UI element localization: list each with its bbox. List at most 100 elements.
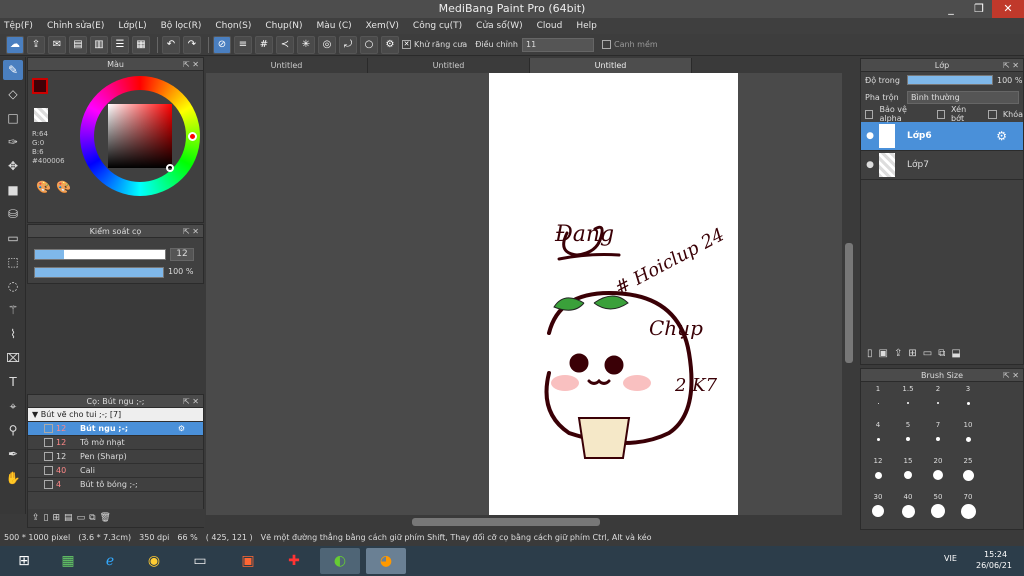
panel-close-icon[interactable]: ⇱ ✕ <box>183 395 199 408</box>
medibang-icon[interactable]: ◕ <box>366 548 406 574</box>
menu-snap[interactable]: Chụp(N) <box>265 21 302 31</box>
delete-icon[interactable]: 🗑 <box>100 513 111 523</box>
palette-icon[interactable]: 🎨 <box>36 180 51 194</box>
page-icon[interactable]: ▥ <box>90 35 108 54</box>
brush-size-cell[interactable]: 1 <box>863 385 893 415</box>
eyedropper-tool-icon[interactable]: ⚲ <box>3 420 23 440</box>
layer-opacity-slider[interactable] <box>907 75 993 85</box>
new-layer-icon[interactable]: ▯ <box>867 348 873 359</box>
share-icon[interactable]: ⇪ <box>27 35 45 54</box>
menu-edit[interactable]: Chỉnh sửa(E) <box>47 21 104 31</box>
grid-icon[interactable]: ▦ <box>132 35 150 54</box>
antialias-checkbox[interactable]: ✕ <box>402 40 411 49</box>
dot-brush-tool-icon[interactable]: ✑ <box>3 132 23 152</box>
doc-tab-active[interactable]: Untitled <box>530 58 692 73</box>
snap-crosshatch-icon[interactable]: # <box>255 35 273 54</box>
panel-close-icon[interactable]: ⇱ ✕ <box>1003 59 1019 72</box>
select-pen-tool-icon[interactable]: ⌇ <box>3 324 23 344</box>
new-brush-icon[interactable]: ▯ <box>44 513 49 523</box>
brush-size-cell[interactable]: 10 <box>953 421 983 451</box>
brush-size-cell[interactable]: 30 <box>863 493 893 523</box>
brush-item[interactable]: 4 Bút tô bóng ;-; <box>28 478 203 492</box>
maximize-button[interactable]: ❐ <box>966 0 992 18</box>
minimize-button[interactable]: _ <box>938 0 964 18</box>
brush-size-cell[interactable]: 7 <box>923 421 953 451</box>
brush-item[interactable]: 12 Bút ngu ;-; ⚙ <box>28 422 203 436</box>
menu-color[interactable]: Màu (C) <box>317 21 352 31</box>
eraser-tool-icon[interactable]: ◇ <box>3 84 23 104</box>
brush-item[interactable]: 12 Tô mờ nhạt <box>28 436 203 450</box>
size-slider[interactable] <box>34 249 166 260</box>
copy-icon[interactable]: ⧉ <box>89 513 95 523</box>
duplicate-icon[interactable]: ⧉ <box>938 348 945 359</box>
brush-size-cell[interactable]: 25 <box>953 457 983 487</box>
snap-off-icon[interactable]: ⊘ <box>213 35 231 54</box>
rect-tool-icon[interactable]: □ <box>3 108 23 128</box>
size-value[interactable]: 12 <box>170 248 194 261</box>
brush-tool-icon[interactable]: ✎ <box>3 60 23 80</box>
snap-settings-icon[interactable]: ⚙ <box>381 35 399 54</box>
horizontal-scrollbar[interactable] <box>206 515 856 529</box>
store-icon[interactable]: ▦ <box>48 548 88 574</box>
palette-edit-icon[interactable]: 🎨 <box>56 180 71 194</box>
blend-select[interactable]: Bình thường <box>907 90 1019 104</box>
lasso-tool-icon[interactable]: ◌ <box>3 276 23 296</box>
brush-size-cell[interactable]: 40 <box>893 493 923 523</box>
menu-tools[interactable]: Công cụ(T) <box>413 21 462 31</box>
canvas-paper[interactable]: Đang # Hoiclup 24 Chụp 2 K7 <box>489 73 738 515</box>
brush-group-row[interactable]: ▼ Bút vẽ cho tui ;-; [7] <box>28 408 203 422</box>
folder-icon[interactable]: ▭ <box>77 513 86 523</box>
clipping-checkbox[interactable] <box>936 109 946 119</box>
snap-curve-icon[interactable]: ⤾ <box>339 35 357 54</box>
snap-parallel-icon[interactable]: ≡ <box>234 35 252 54</box>
new-halftone-icon[interactable]: ▣ <box>879 348 888 359</box>
comment-icon[interactable]: ✉ <box>48 35 66 54</box>
vertical-scrollbar[interactable] <box>842 73 856 515</box>
brush-item[interactable]: 12 Pen (Sharp) <box>28 450 203 464</box>
brush-settings-icon[interactable]: ▤ <box>64 513 73 523</box>
panel-close-icon[interactable]: ⇱ ✕ <box>183 225 199 238</box>
redo-icon[interactable]: ↷ <box>183 35 201 54</box>
brush-size-cell[interactable]: 70 <box>953 493 983 523</box>
primary-color-swatch[interactable] <box>32 78 48 94</box>
brush-size-cell[interactable]: 4 <box>863 421 893 451</box>
bucket-tool-icon[interactable]: ⛁ <box>3 204 23 224</box>
scroll-thumb[interactable] <box>845 243 853 363</box>
transparent-swatch[interactable] <box>34 108 48 122</box>
menu-window[interactable]: Cửa sổ(W) <box>476 21 522 31</box>
clock-date[interactable]: 26/06/21 <box>976 561 1012 570</box>
upload-layer-icon[interactable]: ⇪ <box>894 348 902 359</box>
menu-file[interactable]: Tệp(F) <box>4 21 33 31</box>
divide-tool-icon[interactable]: ⌖ <box>3 396 23 416</box>
folder-icon[interactable]: ▭ <box>923 348 932 359</box>
menu-cloud[interactable]: Cloud <box>537 21 563 31</box>
brush-size-cell[interactable]: 1.5 <box>893 385 923 415</box>
brush-size-cell[interactable]: 12 <box>863 457 893 487</box>
lock-checkbox[interactable] <box>988 109 997 119</box>
menu-layer[interactable]: Lớp(L) <box>118 21 146 31</box>
snap-circle-icon[interactable]: ◎ <box>318 35 336 54</box>
brush-size-cell[interactable]: 2 <box>923 385 953 415</box>
correction-select[interactable]: 11 <box>521 37 594 52</box>
scroll-thumb[interactable] <box>412 518 600 526</box>
app-icon[interactable]: ◐ <box>320 548 360 574</box>
opacity-slider[interactable] <box>34 267 164 278</box>
clock-time[interactable]: 15:24 <box>984 550 1007 559</box>
chrome-icon[interactable]: ◉ <box>134 548 174 574</box>
close-button[interactable]: ✕ <box>992 0 1024 18</box>
collapse-arrow-icon[interactable]: ▼ <box>32 408 41 422</box>
color-handle[interactable] <box>166 164 174 172</box>
select-rect-tool-icon[interactable]: ⬚ <box>3 252 23 272</box>
magic-wand-tool-icon[interactable]: ⚚ <box>3 300 23 320</box>
folder-icon[interactable]: ▭ <box>180 548 220 574</box>
brush-size-cell[interactable]: 5 <box>893 421 923 451</box>
add-layer-icon[interactable]: ⊞ <box>908 348 916 359</box>
eye-icon[interactable]: ● <box>861 131 879 141</box>
hand-tool-icon[interactable]: ✋ <box>3 468 23 488</box>
cloud-brush-icon[interactable]: ⇪ <box>32 513 40 523</box>
brush-size-cell[interactable]: 20 <box>923 457 953 487</box>
layer-row-active[interactable]: ● Lớp6 ⚙ <box>861 122 1023 151</box>
add-brush-icon[interactable]: ⊞ <box>53 513 61 523</box>
eye-icon[interactable]: ● <box>861 160 879 170</box>
app-icon[interactable]: ✚ <box>274 548 314 574</box>
